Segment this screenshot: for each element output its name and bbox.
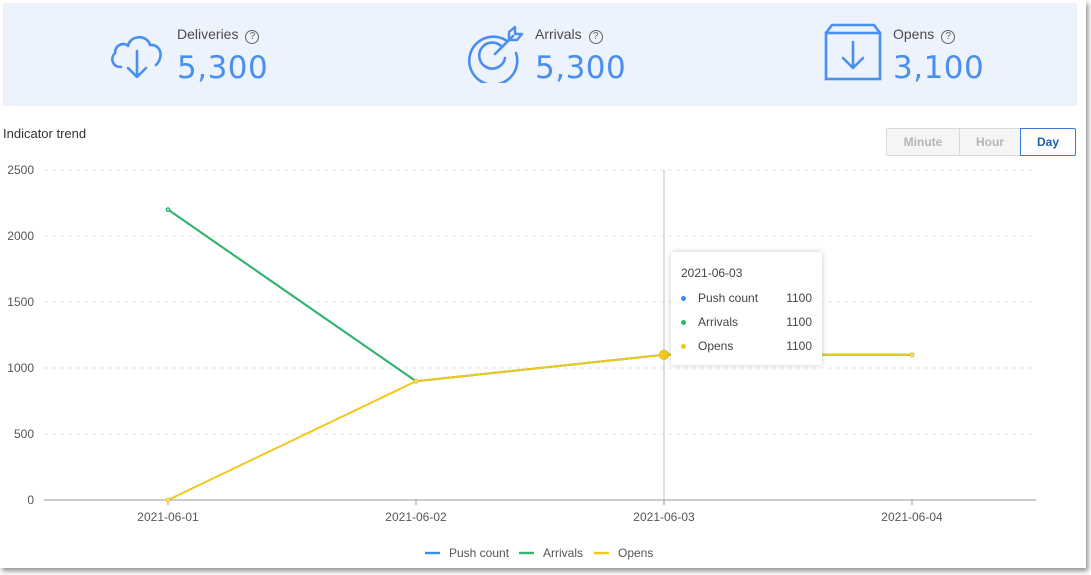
y-tick-label: 0	[27, 493, 34, 507]
granularity-day-button[interactable]: Day	[1020, 128, 1076, 156]
data-point	[165, 497, 171, 503]
y-tick-label: 500	[14, 427, 34, 441]
legend-label: Opens	[618, 546, 653, 560]
tooltip-series-value: 1100	[786, 339, 812, 353]
series-dot	[681, 320, 686, 325]
dashboard-panel: Deliveries? 5,300 Arrivals? 5,300 Opens …	[0, 0, 1086, 568]
y-tick-label: 1500	[7, 295, 34, 309]
series-dot	[681, 344, 686, 349]
tooltip-row: Arrivals 1100	[681, 314, 812, 330]
data-point	[413, 378, 419, 384]
series-dot	[681, 296, 686, 301]
x-tick-label: 2021-06-02	[385, 510, 447, 524]
tooltip-row: Opens 1100	[681, 338, 812, 354]
tooltip-series-value: 1100	[786, 291, 812, 305]
data-point	[909, 352, 915, 358]
y-tick-label: 1000	[7, 361, 34, 375]
indicator-trend-chart[interactable]: 0 500 1000 1500 2000 2500 2021-06-01 2021-06-02…	[0, 0, 1086, 568]
legend-label: Arrivals	[543, 546, 583, 560]
tooltip-series-name: Opens	[698, 339, 734, 353]
tooltip-row: Push count 1100	[681, 290, 812, 306]
legend-label: Push count	[449, 546, 510, 560]
series-line-opens	[167, 353, 912, 501]
x-tick-label: 2021-06-01	[137, 510, 199, 524]
data-point	[659, 349, 669, 360]
x-tick-label: 2021-06-04	[881, 510, 943, 524]
y-tick-label: 2000	[7, 229, 34, 243]
chart-tooltip: 2021-06-03 Push count 1100 Arrivals 1100…	[671, 252, 822, 365]
data-point	[165, 207, 171, 212]
tooltip-date: 2021-06-03	[681, 266, 743, 280]
tooltip-series-value: 1100	[786, 315, 812, 329]
x-tick-label: 2021-06-03	[633, 510, 695, 524]
tooltip-series-name: Push count	[698, 291, 759, 305]
tooltip-series-name: Arrivals	[698, 315, 739, 329]
y-tick-label: 2500	[7, 163, 34, 177]
